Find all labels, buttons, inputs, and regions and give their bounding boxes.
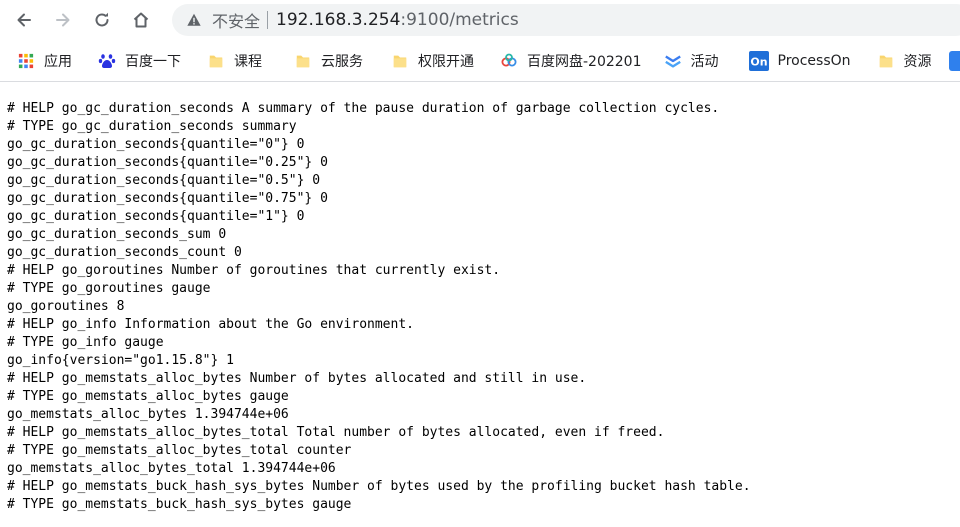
bookmark-folder-courses[interactable]: 课程	[200, 47, 269, 75]
url-host: 192.168.3.254	[276, 10, 401, 30]
metrics-line: # TYPE go_memstats_alloc_bytes_total cou…	[7, 443, 352, 458]
url-path: :9100/metrics	[400, 10, 519, 30]
reload-button[interactable]	[85, 3, 119, 37]
back-button[interactable]	[7, 3, 41, 37]
metrics-line: go_memstats_alloc_bytes 1.394744e+06	[7, 407, 289, 422]
metrics-line: # HELP go_memstats_alloc_bytes Number of…	[7, 371, 587, 386]
bookmark-activity[interactable]: 活动	[657, 47, 726, 75]
home-button[interactable]	[124, 3, 158, 37]
metrics-line: go_gc_duration_seconds{quantile="0.5"} 0	[7, 173, 321, 188]
arrow-right-icon	[56, 13, 70, 27]
warning-triangle-icon[interactable]	[186, 11, 204, 29]
arrow-left-icon	[17, 13, 31, 27]
address-separator	[267, 11, 269, 29]
forward-button[interactable]	[46, 3, 80, 37]
metrics-line: # TYPE go_memstats_alloc_bytes gauge	[7, 389, 289, 404]
metrics-line: go_memstats_alloc_bytes_total 1.394744e+…	[7, 461, 336, 476]
metrics-line: go_gc_duration_seconds{quantile="0.75"} …	[7, 191, 328, 206]
metrics-line: # TYPE go_info gauge	[7, 335, 164, 350]
bookmark-label: 活动	[690, 53, 719, 70]
folder-icon	[207, 52, 225, 70]
metrics-line: # HELP go_goroutines Number of goroutine…	[7, 263, 501, 278]
metrics-line: go_gc_duration_seconds{quantile="0.25"} …	[7, 155, 328, 170]
metrics-line: go_gc_duration_seconds_count 0	[7, 245, 242, 260]
metrics-line: go_goroutines 8	[7, 299, 125, 314]
folder-icon	[391, 52, 409, 70]
metrics-line: # TYPE go_memstats_buck_hash_sys_bytes g…	[7, 497, 352, 512]
bookmark-label: 云服务	[321, 53, 363, 70]
bookmark-processon[interactable]: On ProcessOn	[742, 47, 858, 75]
browser-toolbar: 不安全 192.168.3.254:9100/metrics	[0, 0, 960, 40]
baidu-paw-icon	[98, 52, 116, 70]
metrics-line: # TYPE go_goroutines gauge	[7, 281, 211, 296]
metrics-line: # HELP go_memstats_buck_hash_sys_bytes N…	[7, 479, 751, 494]
bookmark-folder-permissions[interactable]: 权限开通	[384, 47, 481, 75]
security-status-label[interactable]: 不安全	[212, 8, 260, 32]
apps-grid-icon	[17, 52, 35, 70]
metrics-line: go_info{version="go1.15.8"} 1	[7, 353, 234, 368]
bookmark-baidu-netdisk[interactable]: 百度网盘-202201	[493, 47, 649, 75]
bookmark-label: 权限开通	[418, 53, 474, 70]
chevron-logo-icon	[664, 52, 682, 70]
folder-icon	[294, 52, 312, 70]
svg-text:On: On	[750, 55, 767, 68]
metrics-line: go_gc_duration_seconds{quantile="0"} 0	[7, 137, 305, 152]
bookmark-apps[interactable]: 应用	[10, 47, 79, 75]
url-text[interactable]: 192.168.3.254:9100/metrics	[276, 10, 519, 30]
bookmark-label: 百度网盘-202201	[527, 53, 642, 70]
bookmark-label: 百度一下	[125, 53, 181, 70]
bookmarks-bar: 应用 百度一下 课程 云服务 权限开通 百度网盘-202201 活动 On Pr…	[0, 40, 960, 82]
bookmark-label: 应用	[44, 53, 72, 70]
bookmark-folder-cloud[interactable]: 云服务	[287, 47, 370, 75]
metrics-line: # HELP go_gc_duration_seconds A summary …	[7, 101, 720, 116]
metrics-line: go_gc_duration_seconds{quantile="1"} 0	[7, 209, 305, 224]
processon-logo-icon: On	[748, 50, 769, 71]
address-bar[interactable]: 不安全 192.168.3.254:9100/metrics	[172, 4, 960, 36]
bookmark-baidu[interactable]: 百度一下	[91, 47, 188, 75]
folder-icon	[877, 52, 895, 70]
metrics-line: # HELP go_info Information about the Go …	[7, 317, 414, 332]
metrics-text: # HELP go_gc_duration_seconds A summary …	[7, 100, 957, 514]
app-logo-icon	[948, 50, 960, 71]
bookmark-overflow[interactable]	[948, 47, 960, 75]
baidu-netdisk-icon	[500, 52, 518, 70]
home-icon	[133, 12, 149, 28]
metrics-line: # TYPE go_gc_duration_seconds summary	[7, 119, 297, 134]
bookmark-label: 资源	[903, 53, 932, 70]
bookmark-label: 课程	[234, 53, 262, 70]
bookmark-label: ProcessOn	[777, 52, 851, 69]
bookmark-folder-resources[interactable]: 资源	[870, 47, 939, 75]
metrics-line: # HELP go_memstats_alloc_bytes_total Tot…	[7, 425, 665, 440]
reload-icon	[95, 12, 109, 27]
metrics-line: go_gc_duration_seconds_sum 0	[7, 227, 227, 242]
